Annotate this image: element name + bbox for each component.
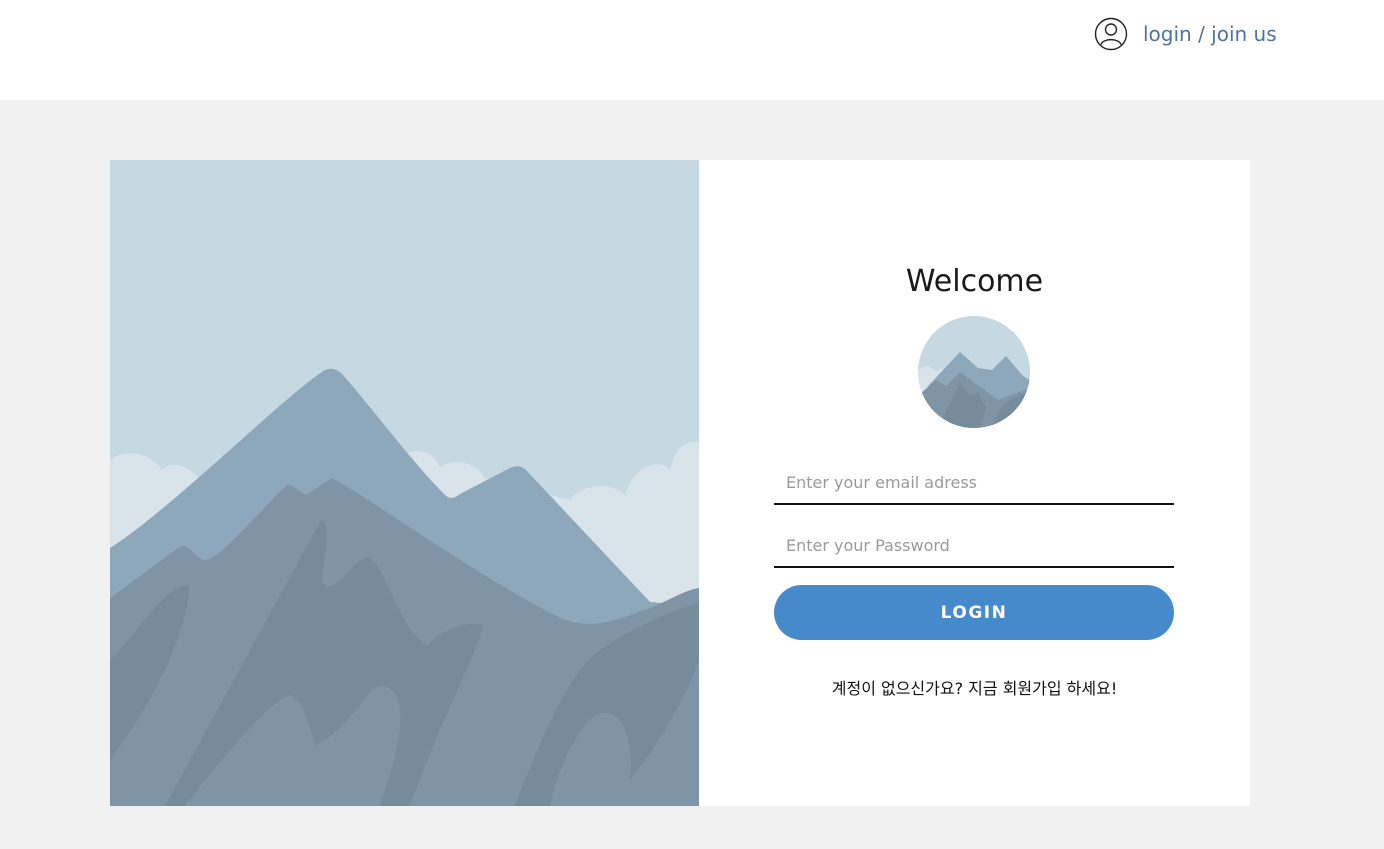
login-button[interactable]: LOGIN: [774, 585, 1174, 640]
signup-link[interactable]: 계정이 없으신가요? 지금 회원가입 하세요!: [699, 675, 1250, 699]
email-input[interactable]: [774, 461, 1174, 505]
password-input[interactable]: [774, 524, 1174, 568]
login-join-label: login / join us: [1143, 22, 1277, 46]
login-form-panel: Welcome LOGIN 계정이 없으신가요? 지금 회원가입 하세요!: [699, 160, 1250, 806]
login-card: Welcome LOGIN 계정이 없으신가요? 지금 회원가입 하세요!: [110, 160, 1250, 806]
top-bar: login / join us: [0, 0, 1384, 100]
user-circle-icon: [1094, 17, 1128, 51]
welcome-title: Welcome: [905, 264, 1044, 299]
login-join-link[interactable]: login / join us: [1094, 17, 1277, 51]
mountain-illustration: [110, 160, 699, 806]
mountain-avatar-icon: [918, 316, 1030, 428]
